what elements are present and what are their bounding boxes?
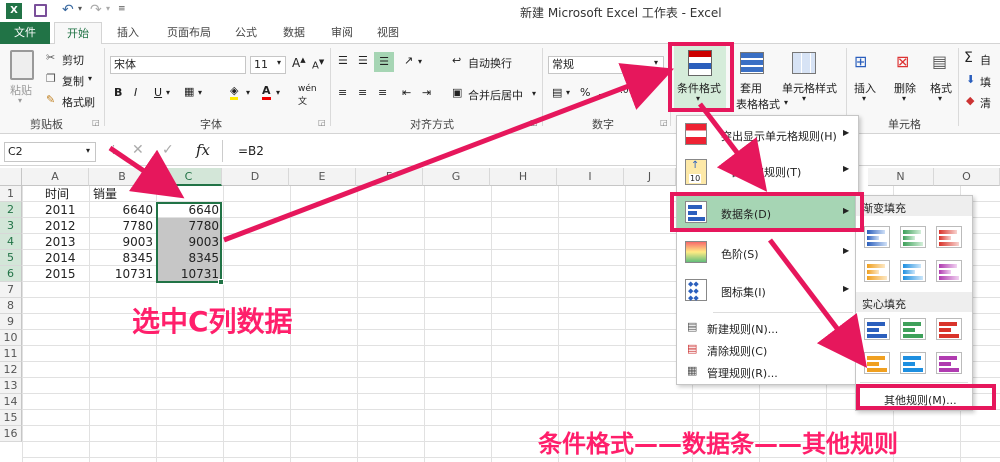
annotation-arrows [108, 63, 868, 368]
arrow-to-conditional-format [223, 63, 675, 243]
arrow-to-column-c [108, 145, 185, 199]
arrow-to-more-rules [768, 238, 868, 368]
arrow-to-data-bars [698, 102, 768, 192]
annotation-select-column: 选中C列数据 [132, 305, 293, 338]
annotation-menu-path: 条件格式——数据条——其他规则 [538, 430, 898, 458]
